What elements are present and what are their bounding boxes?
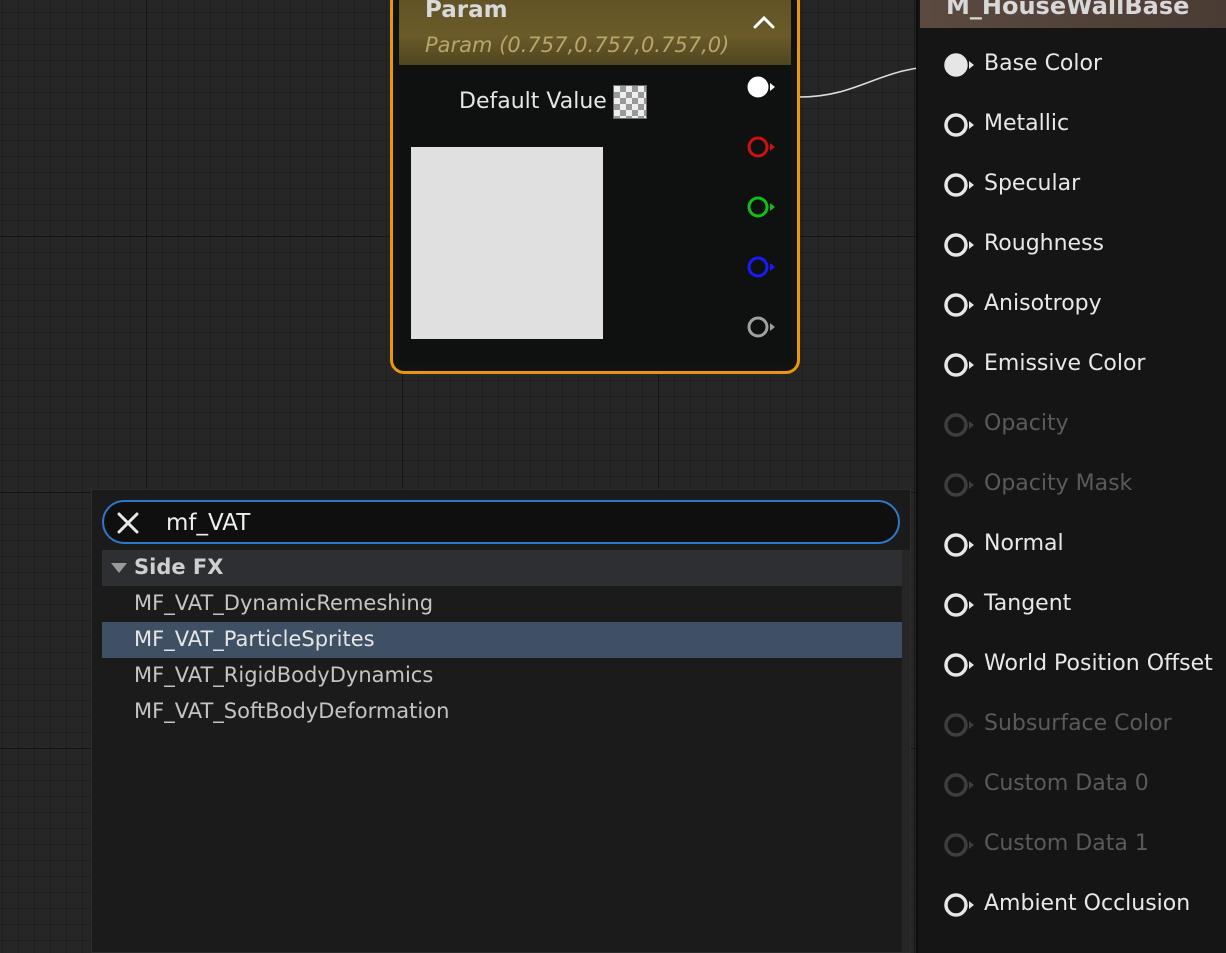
pin-icon[interactable] — [942, 291, 976, 319]
material-result-header[interactable]: M_HouseWallBase — [920, 0, 1226, 28]
input-pin-label: Ambient Occlusion — [984, 891, 1191, 916]
close-icon[interactable] — [116, 511, 140, 535]
category-label: Side FX — [134, 555, 224, 579]
input-pin-opacity-mask[interactable]: Opacity Mask — [918, 465, 1226, 505]
pin-icon[interactable] — [942, 651, 976, 679]
category-header-side-fx[interactable]: Side FX — [102, 550, 902, 586]
pin-icon[interactable] — [942, 111, 976, 139]
search-result-label: MF_VAT_DynamicRemeshing — [134, 591, 434, 615]
input-pin-specular[interactable]: Specular — [918, 165, 1226, 205]
input-pin-subsurface-color[interactable]: Subsurface Color — [918, 705, 1226, 745]
input-pin-emissive-color[interactable]: Emissive Color — [918, 345, 1226, 385]
input-pin-label: Specular — [984, 171, 1081, 196]
input-pin-ambient-occlusion[interactable]: Ambient Occlusion — [918, 885, 1226, 925]
input-pin-label: Custom Data 1 — [984, 831, 1149, 856]
input-pin-label: Custom Data 0 — [984, 771, 1149, 796]
param-node-body: Default Value — [399, 65, 791, 365]
search-result-label: MF_VAT_RigidBodyDynamics — [134, 663, 434, 687]
default-value-color-swatch[interactable] — [613, 85, 647, 119]
input-pin-roughness[interactable]: Roughness — [918, 225, 1226, 265]
input-pin-label: Opacity Mask — [984, 471, 1133, 496]
material-result-node[interactable]: M_HouseWallBase Base Color Metallic Specul… — [916, 0, 1226, 953]
pin-icon[interactable] — [942, 171, 976, 199]
pin-icon[interactable] — [942, 471, 976, 499]
input-pin-label: Subsurface Color — [984, 711, 1172, 736]
input-pin-custom-data-0[interactable]: Custom Data 0 — [918, 765, 1226, 805]
default-value-label: Default Value — [459, 89, 607, 114]
color-preview-swatch — [411, 147, 603, 339]
pin-icon[interactable] — [942, 51, 976, 79]
pin-icon[interactable] — [942, 831, 976, 859]
input-pin-label: Emissive Color — [984, 351, 1146, 376]
param-node[interactable]: Param Param (0.757,0.757,0.757,0) Defaul… — [390, 0, 800, 374]
input-pin-tangent[interactable]: Tangent — [918, 585, 1226, 625]
output-pin-rgba[interactable] — [745, 74, 779, 100]
search-result-label: MF_VAT_ParticleSprites — [134, 627, 375, 651]
input-pin-custom-data-1[interactable]: Custom Data 1 — [918, 825, 1226, 865]
search-result-item[interactable]: MF_VAT_ParticleSprites — [102, 622, 902, 658]
search-result-item[interactable]: MF_VAT_DynamicRemeshing — [102, 586, 902, 622]
input-pin-label: Normal — [984, 531, 1064, 556]
param-node-title: Param — [425, 0, 508, 23]
pin-icon[interactable] — [942, 411, 976, 439]
material-result-title: M_HouseWallBase — [946, 0, 1190, 20]
input-pin-label: Anisotropy — [984, 291, 1102, 316]
output-pin-b[interactable] — [745, 254, 779, 280]
search-result-item[interactable]: MF_VAT_RigidBodyDynamics — [102, 658, 902, 694]
pin-icon[interactable] — [942, 351, 976, 379]
output-pin-g[interactable] — [745, 194, 779, 220]
pin-icon[interactable] — [942, 231, 976, 259]
search-result-label: MF_VAT_SoftBodyDeformation — [134, 699, 450, 723]
output-pin-a[interactable] — [745, 314, 779, 340]
input-pin-metallic[interactable]: Metallic — [918, 105, 1226, 145]
node-search-panel: Side FX MF_VAT_DynamicRemeshing MF_VAT_Pa… — [91, 489, 911, 953]
pin-icon[interactable] — [942, 891, 976, 919]
search-input[interactable] — [164, 506, 868, 540]
search-box[interactable] — [102, 500, 900, 544]
input-pin-base-color[interactable]: Base Color — [918, 45, 1226, 85]
input-pin-world-position-offset[interactable]: World Position Offset — [918, 645, 1226, 685]
pin-icon[interactable] — [942, 591, 976, 619]
input-pin-opacity[interactable]: Opacity — [918, 405, 1226, 445]
param-node-subtitle: Param (0.757,0.757,0.757,0) — [425, 33, 730, 57]
search-result-item[interactable]: MF_VAT_SoftBodyDeformation — [102, 694, 902, 730]
input-pin-label: Roughness — [984, 231, 1105, 256]
pin-icon[interactable] — [942, 711, 976, 739]
param-node-header[interactable]: Param Param (0.757,0.757,0.757,0) — [399, 0, 791, 65]
input-pin-anisotropy[interactable]: Anisotropy — [918, 285, 1226, 325]
input-pin-label: Opacity — [984, 411, 1069, 436]
input-pin-label: World Position Offset — [984, 651, 1213, 676]
scrollbar[interactable] — [902, 550, 910, 952]
input-pin-label: Base Color — [984, 51, 1103, 76]
chevron-up-icon[interactable] — [753, 15, 775, 29]
pin-icon[interactable] — [942, 531, 976, 559]
output-pin-r[interactable] — [745, 134, 779, 160]
pin-icon[interactable] — [942, 771, 976, 799]
input-pin-label: Metallic — [984, 111, 1070, 136]
input-pin-label: Tangent — [984, 591, 1072, 616]
input-pin-normal[interactable]: Normal — [918, 525, 1226, 565]
triangle-down-icon — [111, 563, 127, 573]
